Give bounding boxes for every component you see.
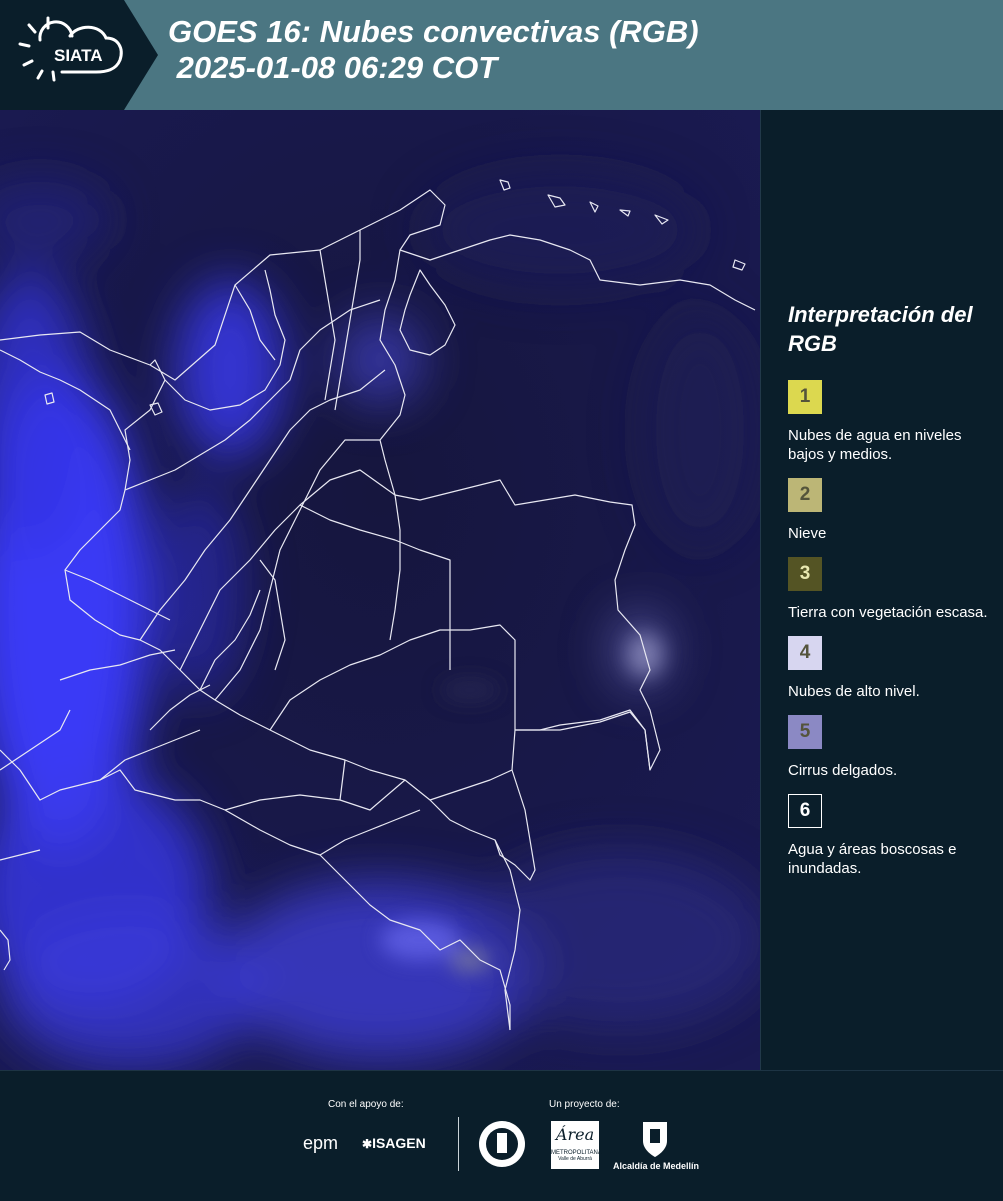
- satellite-imagery: [0, 110, 760, 1070]
- svg-text:SIATA: SIATA: [54, 46, 102, 65]
- header-bar: SIATA GOES 16: Nubes convectivas (RGB) 2…: [0, 0, 1003, 110]
- legend-item: 2 Nieve: [788, 478, 988, 543]
- siata-logo: SIATA: [0, 0, 158, 110]
- page-title: GOES 16: Nubes convectivas (RGB) 2025-01…: [168, 14, 699, 85]
- legend-swatch: 3: [788, 557, 822, 591]
- alcaldia-logo: Alcaldía de Medellín: [613, 1161, 700, 1171]
- legend-label: Agua y áreas boscosas e inundadas.: [788, 841, 957, 877]
- footer-divider: [458, 1117, 459, 1171]
- project-label: Un proyecto de:: [549, 1099, 620, 1110]
- legend-label: Nubes de alto nivel.: [788, 683, 920, 700]
- alcaldia-shield-icon: [643, 1122, 667, 1157]
- legend-label: Nieve: [788, 525, 827, 542]
- legend-item: 1 Nubes de agua en niveles bajos y medios…: [788, 380, 988, 464]
- medellin-seal-logo: [479, 1121, 525, 1167]
- footer: Con el apoyo de: Un proyecto de: epm ✱IS…: [0, 1070, 1003, 1201]
- satellite-map: [0, 110, 761, 1070]
- legend-swatch: 2: [788, 478, 822, 512]
- legend-item: 5 Cirrus delgados.: [788, 715, 988, 780]
- legend-item: 4 Nubes de alto nivel.: [788, 636, 988, 701]
- support-label: Con el apoyo de:: [328, 1099, 404, 1110]
- isagen-icon: ✱: [362, 1137, 373, 1151]
- legend-item: 6 Agua y áreas boscosas e inundadas.: [788, 794, 988, 878]
- legend-label: Tierra con vegetación escasa.: [788, 604, 988, 621]
- legend-swatch: 6: [788, 794, 822, 828]
- legend-swatch: 5: [788, 715, 822, 749]
- isagen-logo: ✱ISAGEN: [362, 1135, 426, 1151]
- legend-swatch: 4: [788, 636, 822, 670]
- legend-title: Interpretación del RGB: [788, 302, 973, 356]
- area-metropolitana-logo: Área METROPOLITANA Valle de Aburrá: [551, 1121, 602, 1169]
- legend-label: Nubes de agua en niveles bajos y medios.: [788, 427, 962, 463]
- rgb-legend: Interpretación del RGB 1 Nubes de agua en…: [788, 300, 988, 892]
- legend-list: 1 Nubes de agua en niveles bajos y medios…: [788, 380, 988, 878]
- epm-logo: epm: [303, 1133, 339, 1153]
- legend-item: 3 Tierra con vegetación escasa.: [788, 557, 988, 622]
- legend-label: Cirrus delgados.: [788, 762, 898, 779]
- legend-swatch: 1: [788, 380, 822, 414]
